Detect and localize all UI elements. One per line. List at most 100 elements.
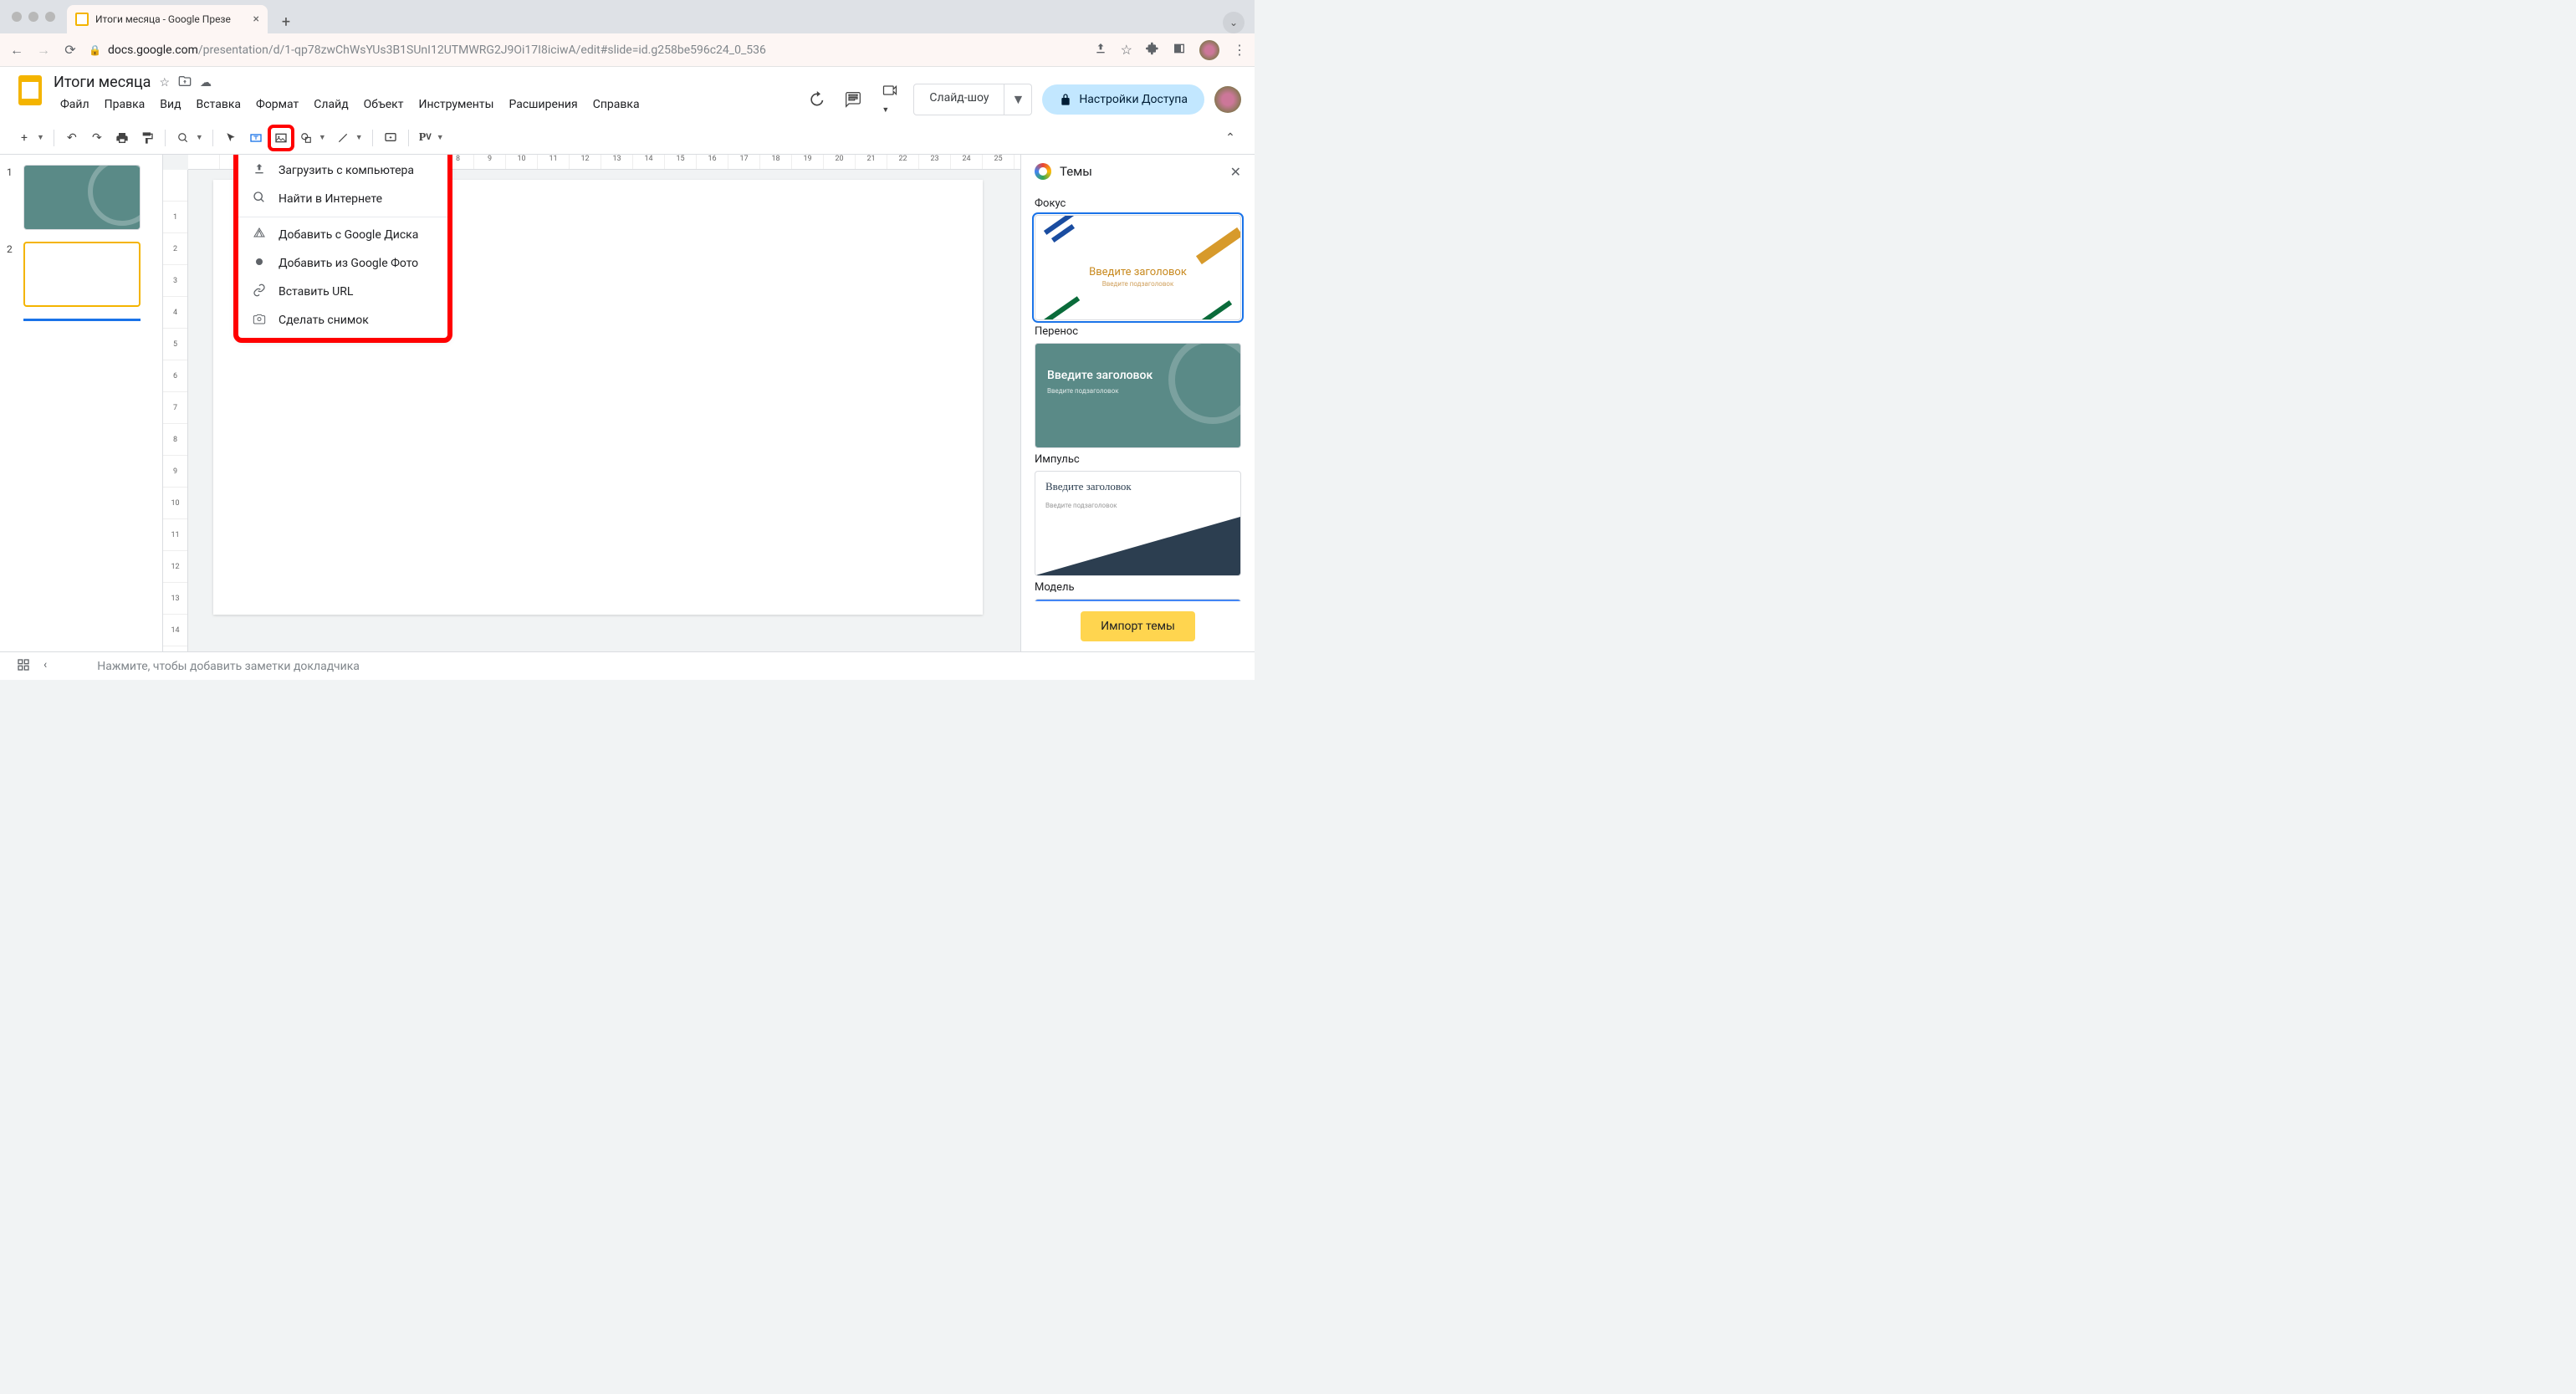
reload-button[interactable]: ⟳ (62, 42, 79, 58)
browser-tab-strip: Итоги месяца - Google Презе × + ⌄ (0, 0, 1255, 33)
main-area: 1 2 123456789101112131415161718192021222… (0, 155, 1255, 651)
cloud-status-icon[interactable]: ☁ (200, 76, 212, 89)
tab-overflow-icon[interactable]: ⌄ (1223, 12, 1245, 33)
browser-toolbar: ← → ⟳ 🔒 docs.google.com/presentation/d/1… (0, 33, 1255, 67)
theme-preview-sub: Введите подзаголовок (1047, 387, 1229, 395)
close-tab-icon[interactable]: × (253, 13, 259, 26)
menu-label: Сделать снимок (279, 314, 369, 327)
menu-extensions[interactable]: Расширения (502, 94, 584, 115)
insert-image-button[interactable] (270, 127, 292, 149)
slide-thumbnail[interactable] (23, 165, 141, 230)
address-bar[interactable]: 🔒 docs.google.com/presentation/d/1-qp78z… (89, 43, 1084, 57)
shape-dropdown[interactable]: ▼ (319, 133, 326, 142)
theme-card-perenos[interactable]: Введите заголовок Введите подзаголовок (1035, 343, 1241, 448)
filmstrip-item[interactable]: 2 (7, 242, 156, 307)
collapse-toolbar-icon[interactable]: ⌃ (1219, 127, 1241, 149)
search-icon (252, 191, 267, 207)
bottom-bar: ‹ Нажмите, чтобы добавить заметки доклад… (0, 651, 1255, 680)
back-button[interactable]: ← (8, 42, 25, 59)
comments-icon[interactable] (840, 86, 866, 113)
print-button[interactable] (111, 127, 133, 149)
line-tool[interactable] (332, 127, 354, 149)
paint-format-button[interactable] (136, 127, 158, 149)
share-button[interactable]: Настройки Доступа (1042, 84, 1204, 115)
bookmark-icon[interactable]: ☆ (1121, 42, 1132, 58)
comment-button[interactable] (380, 127, 401, 149)
menu-edit[interactable]: Правка (98, 94, 152, 115)
document-title[interactable]: Итоги месяца (54, 74, 151, 91)
import-theme-button[interactable]: Импорт темы (1081, 611, 1195, 641)
menu-object[interactable]: Объект (357, 94, 411, 115)
menu-google-drive[interactable]: Добавить с Google Диска (238, 221, 447, 249)
new-tab-button[interactable]: + (274, 10, 298, 33)
link-icon (252, 283, 267, 300)
menu-label: Добавить из Google Фото (279, 257, 418, 270)
history-icon[interactable] (803, 86, 830, 113)
side-panel-icon[interactable] (1173, 42, 1186, 59)
redo-button[interactable]: ↷ (86, 127, 108, 149)
menu-take-photo[interactable]: Сделать снимок (238, 306, 447, 334)
present-button[interactable]: Слайд-шоу (913, 84, 1004, 115)
close-window[interactable] (12, 12, 22, 22)
close-panel-icon[interactable]: ✕ (1230, 164, 1241, 180)
undo-button[interactable]: ↶ (61, 127, 83, 149)
camera-icon (252, 312, 267, 329)
grid-view-icon[interactable] (17, 658, 30, 675)
account-avatar[interactable] (1214, 86, 1241, 113)
insertion-indicator (23, 319, 141, 321)
menu-search-web[interactable]: Найти в Интернете (238, 185, 447, 213)
menu-bar: Файл Правка Вид Вставка Формат Слайд Объ… (54, 91, 803, 115)
line-dropdown[interactable]: ▼ (355, 133, 363, 142)
shape-tool[interactable] (295, 127, 317, 149)
menu-insert[interactable]: Вставка (190, 94, 248, 115)
new-slide-dropdown[interactable]: ▼ (37, 133, 44, 142)
profile-avatar-icon[interactable] (1199, 40, 1219, 60)
filmstrip-item[interactable]: 1 (7, 165, 156, 230)
meet-icon[interactable]: ▼ (877, 77, 903, 121)
menu-tools[interactable]: Инструменты (411, 94, 500, 115)
vertical-ruler[interactable]: 1234567891011121314 (163, 170, 188, 651)
theme-preview-title: Введите заголовок (1035, 266, 1240, 278)
present-dropdown[interactable]: ▼ (1004, 84, 1032, 115)
theme-card-model[interactable] (1035, 599, 1241, 601)
extensions-icon[interactable] (1146, 42, 1159, 59)
menu-view[interactable]: Вид (153, 94, 187, 115)
maximize-window[interactable] (45, 12, 55, 22)
slides-logo-icon[interactable] (13, 74, 47, 107)
background-dropdown[interactable]: ▼ (437, 133, 444, 142)
app-header: Итоги месяца ☆ ☁ Файл Правка Вид Вставка… (0, 67, 1255, 121)
menu-label: Загрузить с компьютера (279, 164, 414, 177)
new-slide-button[interactable]: + (13, 127, 35, 149)
browser-menu-icon[interactable]: ⋮ (1233, 42, 1246, 58)
explore-icon[interactable]: ‹ (43, 658, 47, 675)
toolbar: +▼ ↶ ↷ ▼ ▼ ▼ PV▼ ⌃ (0, 121, 1255, 155)
menu-label: Найти в Интернете (279, 192, 382, 206)
menu-slide[interactable]: Слайд (307, 94, 355, 115)
speaker-notes-placeholder[interactable]: Нажмите, чтобы добавить заметки докладчи… (97, 660, 360, 673)
menu-insert-url[interactable]: Вставить URL (238, 278, 447, 306)
menu-google-photos[interactable]: Добавить из Google Фото (238, 249, 447, 278)
minimize-window[interactable] (28, 12, 38, 22)
background-button[interactable]: PV (416, 127, 435, 149)
share-page-icon[interactable] (1094, 42, 1107, 59)
zoom-button[interactable] (172, 127, 194, 149)
star-icon[interactable]: ☆ (159, 76, 170, 89)
theme-card-focus[interactable]: Введите заголовок Введите подзаголовок (1035, 215, 1241, 320)
theme-preview-title: Введите заголовок (1047, 369, 1229, 382)
select-tool[interactable] (220, 127, 242, 149)
browser-tab[interactable]: Итоги месяца - Google Презе × (67, 5, 268, 33)
menu-format[interactable]: Формат (249, 94, 305, 115)
forward-button[interactable]: → (35, 42, 52, 59)
photos-icon (252, 255, 267, 272)
zoom-dropdown[interactable]: ▼ (196, 133, 203, 142)
lock-icon[interactable]: 🔒 (89, 44, 101, 56)
theme-card-impulse[interactable]: Введите заголовок Введите подзаголовок (1035, 471, 1241, 576)
menu-file[interactable]: Файл (54, 94, 96, 115)
drive-icon (252, 227, 267, 243)
slides-favicon (75, 13, 89, 26)
menu-help[interactable]: Справка (586, 94, 647, 115)
slide-thumbnail[interactable] (23, 242, 141, 307)
move-folder-icon[interactable] (178, 74, 192, 91)
textbox-tool[interactable] (245, 127, 267, 149)
menu-upload-computer[interactable]: Загрузить с компьютера (238, 156, 447, 185)
